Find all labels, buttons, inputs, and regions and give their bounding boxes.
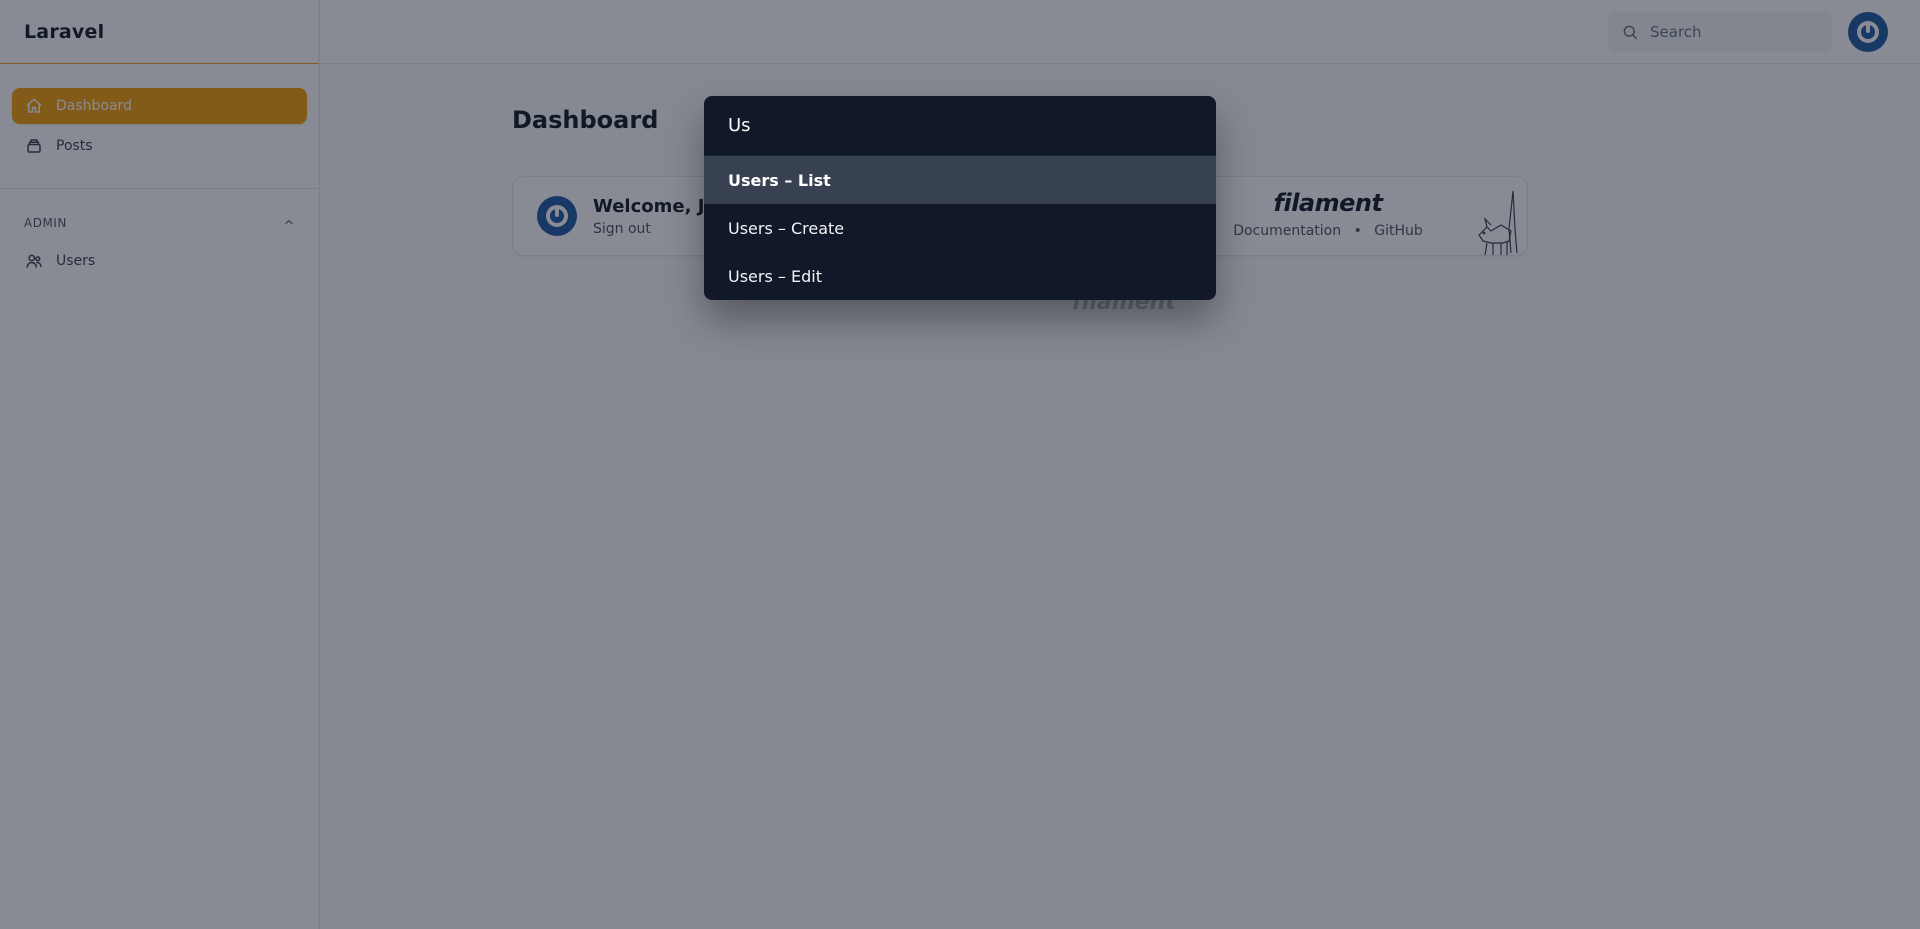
modal-search-row bbox=[704, 96, 1216, 156]
search-results: Users – List Users – Create Users – Edit bbox=[704, 156, 1216, 300]
search-result-users-edit[interactable]: Users – Edit bbox=[704, 252, 1216, 300]
app-root: Laravel Dashboard Posts ADMIN bbox=[0, 0, 1920, 929]
modal-search-input[interactable] bbox=[728, 115, 1188, 136]
search-result-users-list[interactable]: Users – List bbox=[704, 156, 1216, 204]
search-result-users-create[interactable]: Users – Create bbox=[704, 204, 1216, 252]
global-search-modal: Users – List Users – Create Users – Edit bbox=[704, 96, 1216, 300]
